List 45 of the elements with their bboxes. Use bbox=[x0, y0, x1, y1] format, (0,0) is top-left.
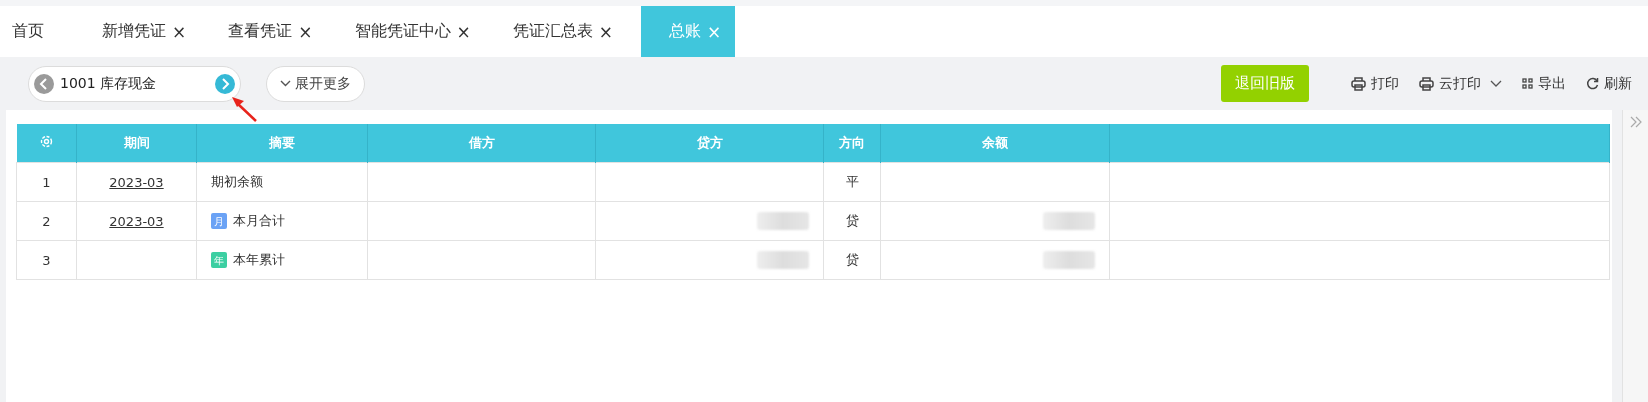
column-header: 贷方 bbox=[696, 135, 723, 150]
summary-text: 本年累计 bbox=[233, 251, 285, 269]
column-header: 方向 bbox=[839, 135, 865, 150]
period-link[interactable]: 2023-03 bbox=[109, 213, 164, 229]
printer-icon bbox=[1419, 76, 1434, 91]
chevron-down-icon bbox=[280, 80, 291, 87]
calendar-icon: 月 bbox=[211, 213, 227, 229]
close-icon[interactable]: × bbox=[456, 21, 471, 42]
double-chevron-icon bbox=[1629, 116, 1642, 128]
grid-icon bbox=[1522, 78, 1533, 89]
expand-more-button[interactable]: 展开更多 bbox=[266, 65, 365, 102]
tab[interactable]: 智能凭证中心 × bbox=[340, 6, 485, 57]
tab[interactable]: 首页 bbox=[0, 6, 58, 57]
column-header: 借方 bbox=[468, 135, 495, 150]
chevron-down-icon bbox=[1490, 79, 1502, 88]
previous-icon[interactable] bbox=[34, 73, 54, 94]
refresh-icon bbox=[1586, 77, 1599, 90]
cloud-print-button[interactable]: 云打印 bbox=[1419, 74, 1502, 93]
tab[interactable]: 新增凭证 × bbox=[88, 6, 201, 57]
close-icon[interactable]: × bbox=[598, 21, 613, 42]
settings-icon[interactable] bbox=[39, 135, 53, 148]
direction-text: 贷 bbox=[845, 252, 859, 267]
row-number: 2 bbox=[42, 213, 51, 229]
export-button[interactable]: 导出 bbox=[1522, 74, 1566, 93]
print-button[interactable]: 打印 bbox=[1351, 74, 1399, 93]
tab[interactable]: 凭证汇总表 × bbox=[498, 6, 627, 57]
close-icon[interactable]: × bbox=[298, 21, 313, 42]
summary-text: 本月合计 bbox=[233, 212, 285, 230]
column-header: 期间 bbox=[123, 135, 150, 150]
column-header: 余额 bbox=[982, 135, 1008, 150]
refresh-button[interactable]: 刷新 bbox=[1586, 74, 1632, 93]
side-panel-toggle[interactable] bbox=[1622, 110, 1648, 402]
direction-text: 平 bbox=[845, 174, 859, 189]
printer-icon bbox=[1351, 76, 1366, 91]
close-icon[interactable]: × bbox=[172, 21, 187, 42]
direction-text: 贷 bbox=[845, 213, 859, 228]
tab[interactable]: 查看凭证 × bbox=[214, 6, 327, 57]
account-selector[interactable]: 1001 库存现金 bbox=[28, 65, 241, 102]
column-header: 摘要 bbox=[269, 135, 295, 150]
calendar-icon: 年 bbox=[211, 252, 227, 268]
summary-text: 期初余额 bbox=[211, 173, 263, 191]
period-link[interactable]: 2023-03 bbox=[109, 174, 164, 190]
row-number: 3 bbox=[42, 252, 51, 268]
next-icon[interactable] bbox=[215, 73, 235, 94]
row-number: 1 bbox=[42, 174, 51, 190]
